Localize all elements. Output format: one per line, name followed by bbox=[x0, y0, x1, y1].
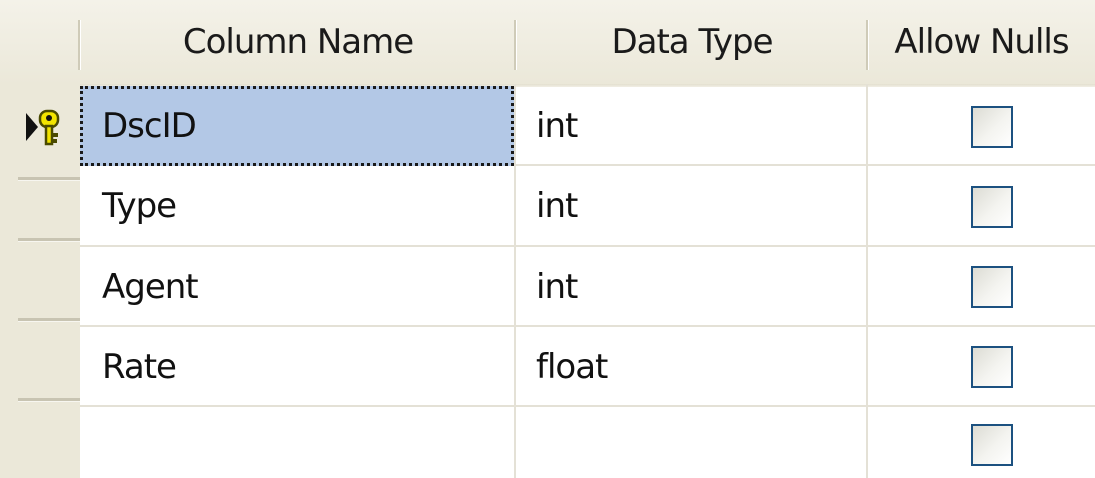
header-separator bbox=[866, 20, 869, 70]
column-name-header[interactable]: Column Name bbox=[80, 0, 516, 84]
header-separator bbox=[78, 20, 81, 70]
grid-header: Column Name Data Type Allow Nulls bbox=[0, 0, 1095, 87]
data-type-cell[interactable] bbox=[516, 407, 866, 478]
column-name-cell[interactable] bbox=[80, 407, 514, 478]
data-type-cell[interactable]: int bbox=[516, 247, 866, 327]
primary-key-row-indicator[interactable] bbox=[24, 107, 76, 147]
allow-nulls-checkbox[interactable] bbox=[971, 186, 1013, 228]
data-type-cell[interactable]: float bbox=[516, 327, 866, 407]
allow-nulls-header[interactable]: Allow Nulls bbox=[868, 0, 1095, 84]
row-selector-divider bbox=[18, 238, 80, 242]
table-designer-grid: Column Name Data Type Allow Nulls DscID … bbox=[0, 0, 1095, 478]
allow-nulls-checkbox[interactable] bbox=[971, 346, 1013, 388]
header-separator bbox=[514, 20, 517, 70]
column-name-cell[interactable]: DscID bbox=[80, 86, 514, 166]
column-name-cell[interactable]: Type bbox=[80, 166, 514, 246]
row-selector-divider bbox=[18, 177, 80, 181]
allow-nulls-checkbox[interactable] bbox=[971, 266, 1013, 308]
row-selector-divider bbox=[18, 398, 80, 402]
allow-nulls-checkbox[interactable] bbox=[971, 424, 1013, 466]
key-icon bbox=[38, 109, 60, 146]
data-type-cell[interactable]: int bbox=[516, 166, 866, 246]
data-type-cell[interactable]: int bbox=[516, 86, 866, 166]
column-divider bbox=[866, 84, 868, 478]
column-name-cell[interactable]: Agent bbox=[80, 247, 514, 327]
allow-nulls-checkbox[interactable] bbox=[971, 106, 1013, 148]
triangle-arrow-icon bbox=[26, 113, 38, 141]
column-name-cell[interactable]: Rate bbox=[80, 327, 514, 407]
data-type-header[interactable]: Data Type bbox=[516, 0, 868, 84]
row-selector-divider bbox=[18, 318, 80, 322]
